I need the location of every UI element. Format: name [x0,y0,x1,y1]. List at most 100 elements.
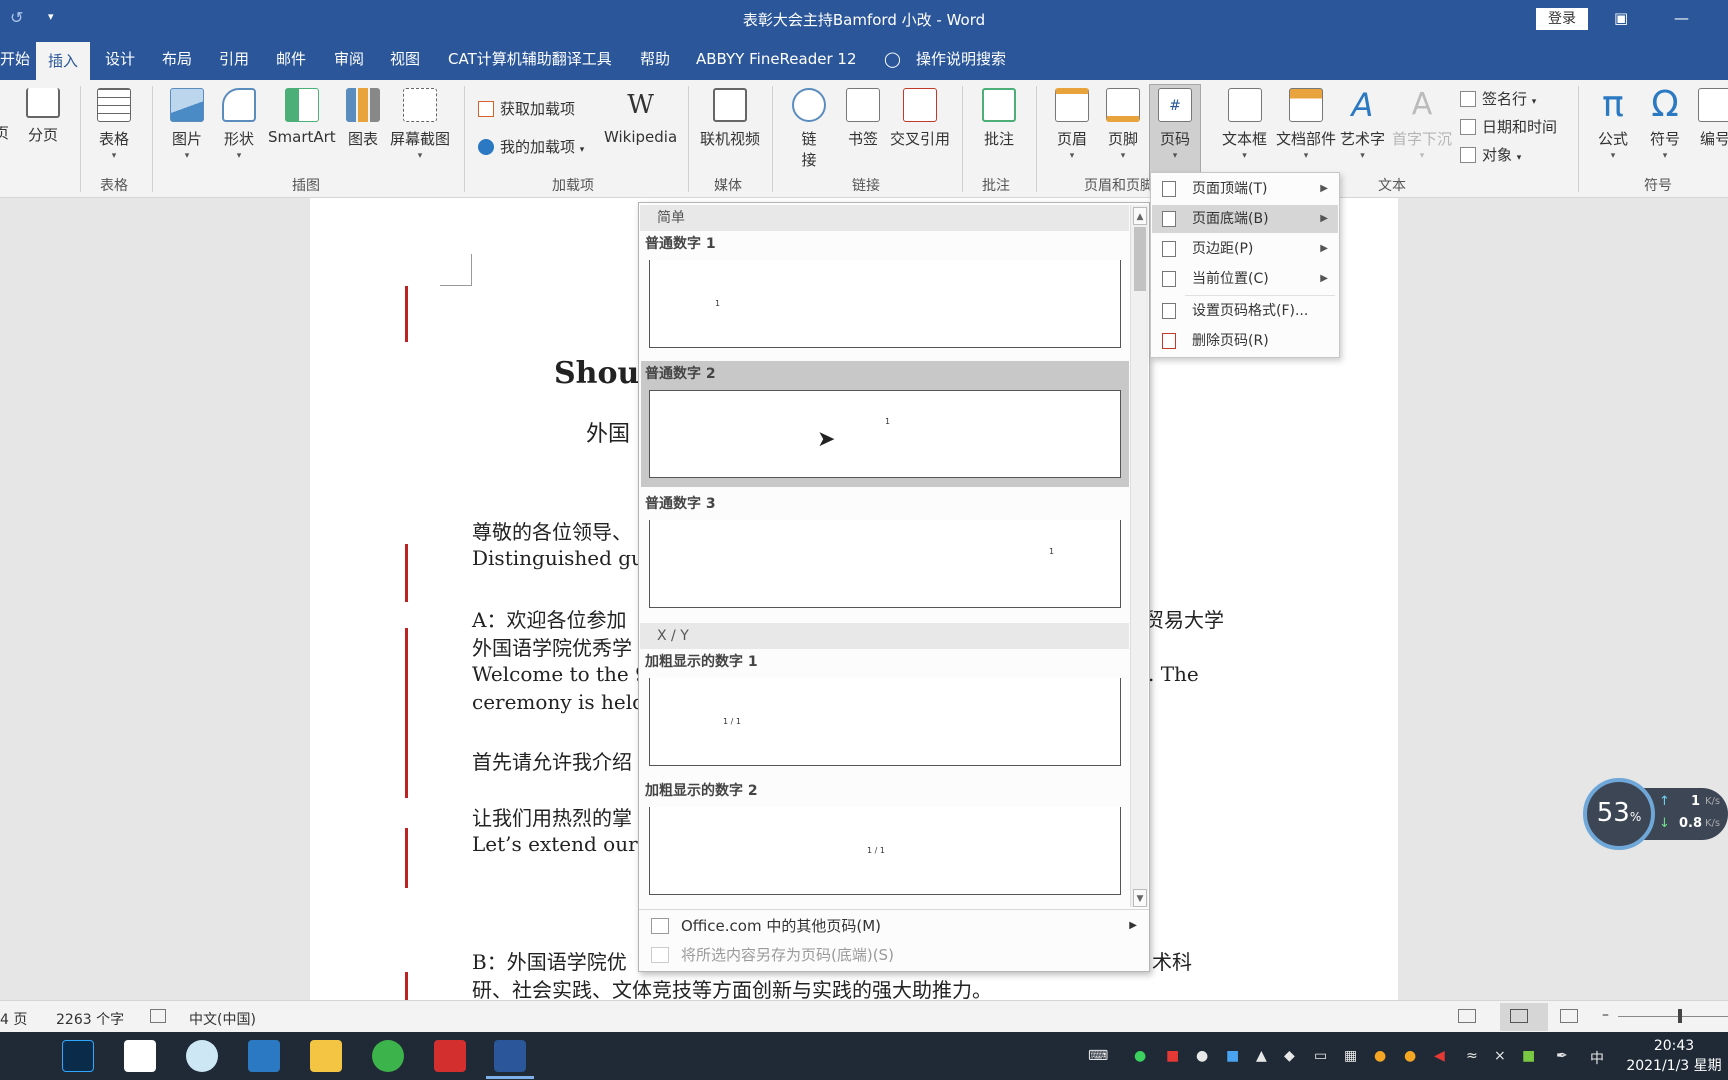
comment-button[interactable]: 批注 [982,88,1016,149]
tab-insert[interactable]: 插入 [36,42,90,80]
doc-paragraph[interactable]: 术科 [1152,946,1192,975]
keyboard-icon[interactable]: ⌨ [1088,1048,1108,1064]
status-word-count[interactable]: 2263 个字 [56,1009,124,1029]
smartart-button[interactable]: SmartArt [268,88,336,146]
menu-remove-page-numbers[interactable]: 删除页码(R) [1152,327,1338,355]
tab-review[interactable]: 审阅 [330,38,368,80]
number-button[interactable]: 编号 [1698,88,1728,149]
menu-page-margins[interactable]: 页边距(P) ▶ [1152,235,1338,263]
battery-icon[interactable]: ▭ [1314,1048,1327,1064]
link-button[interactable]: 链 接 [792,88,826,170]
web-layout-icon[interactable] [1560,1009,1578,1023]
word-app-icon[interactable] [494,1040,526,1072]
login-button[interactable]: 登录 [1536,8,1588,30]
file-explorer-app-icon[interactable] [310,1040,342,1072]
zoom-slider-thumb[interactable] [1678,1009,1682,1023]
tray-app-icon[interactable]: ● [1374,1048,1386,1064]
tab-layout[interactable]: 布局 [158,38,196,80]
picture-button[interactable]: 图片 ▾ [170,88,204,161]
minimize-icon[interactable]: — [1674,9,1689,27]
status-language[interactable]: 中文(中国) [189,1009,256,1029]
system-clock[interactable]: 20:43 2021/1/3 星期 [1624,1036,1724,1076]
tray-app-icon[interactable]: ■ [1166,1048,1179,1064]
wikipedia-button[interactable]: W Wikipedia [604,88,677,146]
contacts-app-icon[interactable] [248,1040,280,1072]
doc-subtitle[interactable]: 外国 [586,416,630,448]
tab-cat-tool[interactable]: CAT计算机辅助翻译工具 [444,38,616,80]
gallery-item-plain-number-1[interactable]: 普通数字 1 1 [641,231,1129,357]
doc-paragraph[interactable]: 研、社会实践、文体竞技等方面创新与实践的强大助推力。 [472,974,992,1003]
more-page-numbers-office-com[interactable]: Office.com 中的其他页码(M) ▶ [645,912,1145,940]
read-mode-icon[interactable] [1458,1009,1476,1023]
microphone-icon[interactable]: ● [1196,1048,1208,1064]
pen-icon[interactable]: ✒ [1556,1048,1568,1064]
gallery-item-bold-number-1[interactable]: 加粗显示的数字 1 1 / 1 [641,649,1129,775]
wordart-button[interactable]: A 艺术字 ▾ [1340,88,1385,161]
wechat-icon[interactable]: ● [1134,1048,1146,1064]
get-addins-button[interactable]: 获取加载项 [478,98,575,119]
shapes-button[interactable]: 形状 ▾ [222,88,256,161]
equation-button[interactable]: π 公式 ▾ [1596,87,1630,162]
tab-abbyy[interactable]: ABBYY FineReader 12 [692,38,861,80]
gallery-scrollbar[interactable]: ▲ ▼ [1130,205,1148,907]
scrollbar-thumb[interactable] [1134,227,1146,291]
tray-app-icon[interactable]: ◀ [1434,1048,1445,1064]
doc-paragraph[interactable]: 尊敬的各位领导、 [472,516,632,545]
tray-app-icon[interactable]: ■ [1226,1048,1239,1064]
menu-bottom-of-page[interactable]: 页面底端(B) ▶ [1152,205,1338,233]
tab-view[interactable]: 视图 [386,38,424,80]
my-addins-button[interactable]: 我的加载项 ▾ [478,136,584,157]
photoshop-app-icon[interactable] [62,1040,94,1072]
scroll-down-icon[interactable]: ▼ [1133,889,1147,907]
blank-page-button[interactable]: 页 [0,122,9,143]
chart-button[interactable]: 图表 [346,88,380,149]
tell-me-lightbulb-icon[interactable]: ◯ [880,38,905,80]
textbox-button[interactable]: 文本框 ▾ [1222,88,1267,161]
wifi-icon[interactable]: ≈ [1466,1048,1478,1064]
youdao-app-icon[interactable] [434,1040,466,1072]
scroll-up-icon[interactable]: ▲ [1133,207,1147,225]
volume-muted-icon[interactable]: × [1494,1048,1506,1064]
gallery-item-bold-number-2[interactable]: 加粗显示的数字 2 1 / 1 [641,778,1129,904]
display-icon[interactable]: ▦ [1344,1048,1357,1064]
zoom-out-icon[interactable]: – [1602,1007,1609,1023]
table-button[interactable]: 表格 ▾ [97,88,131,161]
zoom-slider[interactable] [1618,1016,1728,1017]
doc-title[interactable]: Shoul [554,356,651,391]
flower-app-icon[interactable] [186,1040,218,1072]
online-video-button[interactable]: 联机视频 [700,88,760,149]
ribbon-display-options-icon[interactable]: ▣ [1614,9,1628,27]
footer-button[interactable]: 页脚 ▾ [1106,88,1140,161]
doc-paragraph[interactable]: B：外国语学院优 [472,946,627,975]
screenshot-button[interactable]: 屏幕截图 ▾ [390,88,450,161]
doc-paragraph[interactable]: Distinguished gues [472,546,666,570]
gallery-item-plain-number-3[interactable]: 普通数字 3 1 [641,491,1129,617]
tab-help[interactable]: 帮助 [636,38,674,80]
page-number-button[interactable]: # 页码 ▾ [1158,88,1192,161]
doc-paragraph[interactable]: 外国语学院优秀学 [472,632,632,661]
tab-mailings[interactable]: 邮件 [272,38,310,80]
status-page-count[interactable]: 4 页 [0,1009,27,1029]
doc-paragraph[interactable]: ceremony is held b [472,690,664,714]
tab-references[interactable]: 引用 [215,38,253,80]
bookmark-button[interactable]: 书签 [846,88,880,149]
network-speed-widget[interactable]: ↑ 1 K/s ↓ 0.8 K/s 53% [1583,778,1728,850]
security-icon[interactable]: ▲ [1256,1048,1267,1064]
print-layout-icon[interactable] [1510,1009,1528,1023]
doc-paragraph[interactable]: A：欢迎各位参加 [472,604,626,633]
tab-home[interactable]: 开始 [0,38,34,80]
ime-indicator[interactable]: 中 [1590,1048,1604,1068]
date-time-button[interactable]: 日期和时间 [1460,116,1557,137]
doc-paragraph[interactable]: 首先请允许我介绍 [472,746,632,775]
shield-icon[interactable]: ◆ [1284,1048,1295,1064]
signature-line-button[interactable]: 签名行 ▾ [1460,88,1536,109]
doc-paragraph[interactable]: . The [1148,662,1199,686]
page-break-button[interactable]: 分页 [26,88,60,145]
menu-top-of-page[interactable]: 页面顶端(T) ▶ [1152,175,1338,203]
gallery-item-plain-number-2[interactable]: 普通数字 2 1 ➤ [641,361,1129,487]
quick-parts-button[interactable]: 文档部件 ▾ [1276,88,1336,161]
menu-format-page-numbers[interactable]: 设置页码格式(F)... [1152,297,1338,325]
baidu-netdisk-app-icon[interactable] [124,1040,156,1072]
symbol-button[interactable]: Ω 符号 ▾ [1648,87,1682,162]
doc-paragraph[interactable]: 贸易大学 [1144,604,1224,633]
